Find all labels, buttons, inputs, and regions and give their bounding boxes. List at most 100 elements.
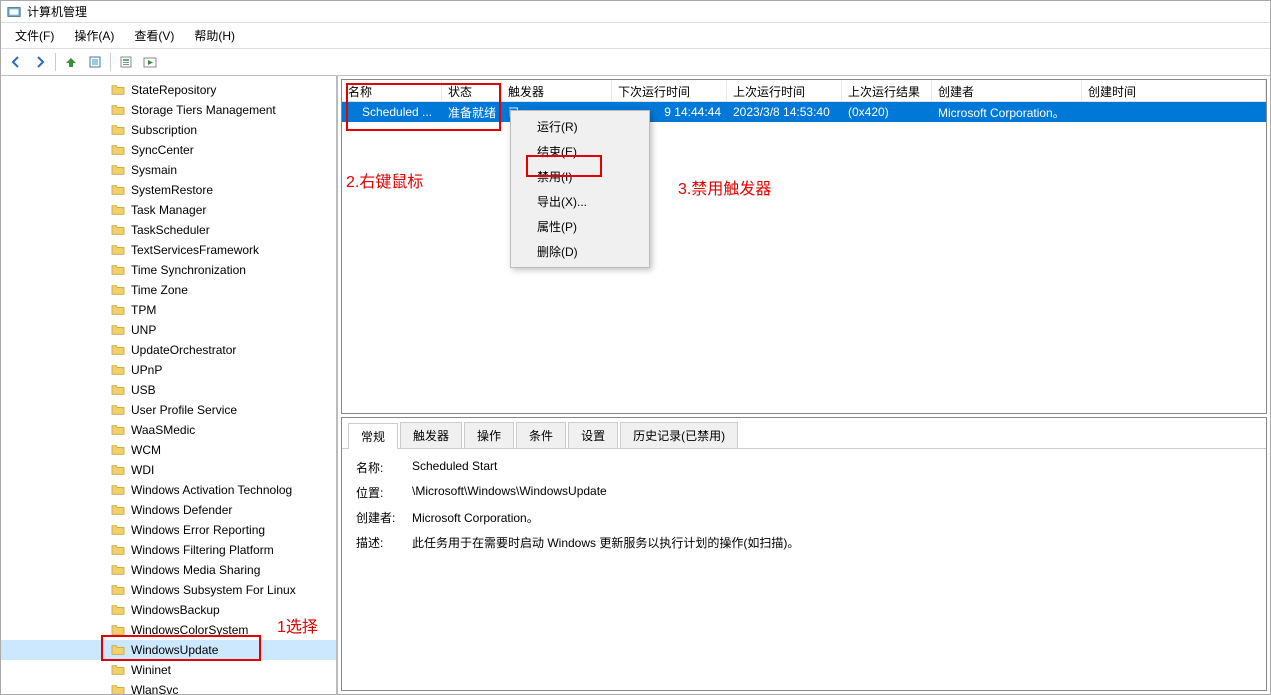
folder-icon: [111, 484, 125, 496]
ctx-properties[interactable]: 属性(P): [513, 214, 647, 239]
ctx-disable[interactable]: 禁用(I): [513, 164, 647, 189]
tree-item[interactable]: Time Synchronization: [1, 260, 336, 280]
forward-icon[interactable]: [29, 51, 51, 73]
tab-conditions[interactable]: 条件: [516, 422, 566, 448]
tree-item-label: WCM: [131, 443, 161, 457]
folder-icon: [111, 464, 125, 476]
col-lastresult[interactable]: 上次运行结果: [842, 80, 932, 101]
ctx-run[interactable]: 运行(R): [513, 114, 647, 139]
cell-author: Microsoft Corporation。: [932, 102, 1082, 123]
tree-item[interactable]: UNP: [1, 320, 336, 340]
toolbar-separator: [110, 53, 111, 71]
list-header: 名称 状态 触发器 下次运行时间 上次运行时间 上次运行结果 创建者 创建时间: [342, 80, 1266, 102]
main-pane: 名称 状态 触发器 下次运行时间 上次运行时间 上次运行结果 创建者 创建时间 …: [338, 76, 1270, 694]
cell-lastrun: 2023/3/8 14:53:40: [727, 103, 842, 121]
ctx-delete[interactable]: 删除(D): [513, 239, 647, 264]
tab-actions[interactable]: 操作: [464, 422, 514, 448]
detail-pane: 常规 触发器 操作 条件 设置 历史记录(已禁用) 名称:Scheduled S…: [341, 417, 1267, 691]
tree-item-label: Windows Filtering Platform: [131, 543, 274, 557]
tree-item[interactable]: TaskScheduler: [1, 220, 336, 240]
tree-item[interactable]: USB: [1, 380, 336, 400]
col-status[interactable]: 状态: [442, 80, 502, 101]
menu-help[interactable]: 帮助(H): [184, 25, 245, 46]
tree-item[interactable]: StateRepository: [1, 80, 336, 100]
label-description: 描述:: [356, 534, 412, 551]
folder-icon: [111, 324, 125, 336]
annotation-step3: 3.禁用触发器: [678, 175, 771, 199]
tree-item-label: SyncCenter: [131, 143, 194, 157]
ctx-end[interactable]: 结束(E): [513, 139, 647, 164]
col-created[interactable]: 创建时间: [1082, 80, 1266, 101]
col-name[interactable]: 名称: [342, 80, 442, 101]
folder-icon: [111, 84, 125, 96]
tree-item[interactable]: User Profile Service: [1, 400, 336, 420]
tree-item[interactable]: WindowsUpdate: [1, 640, 336, 660]
col-author[interactable]: 创建者: [932, 80, 1082, 101]
tree-item[interactable]: Task Manager: [1, 200, 336, 220]
tree-item-label: WDI: [131, 463, 154, 477]
col-nextrun[interactable]: 下次运行时间: [612, 80, 727, 101]
col-trigger[interactable]: 触发器: [502, 80, 612, 101]
tree-item[interactable]: Storage Tiers Management: [1, 100, 336, 120]
folder-icon: [111, 244, 125, 256]
tree-item[interactable]: Windows Filtering Platform: [1, 540, 336, 560]
tree-item[interactable]: Windows Subsystem For Linux: [1, 580, 336, 600]
up-icon[interactable]: [60, 51, 82, 73]
tree-item[interactable]: Subscription: [1, 120, 336, 140]
tree-item[interactable]: WaaSMedic: [1, 420, 336, 440]
app-icon: [7, 5, 21, 19]
toolbar: [1, 49, 1270, 76]
tree-item[interactable]: Windows Media Sharing: [1, 560, 336, 580]
tree-item[interactable]: TextServicesFramework: [1, 240, 336, 260]
tree-item[interactable]: WDI: [1, 460, 336, 480]
tree-item[interactable]: SystemRestore: [1, 180, 336, 200]
tree-item[interactable]: WCM: [1, 440, 336, 460]
tree-item[interactable]: UPnP: [1, 360, 336, 380]
tree-item-label: WindowsColorSystem: [131, 623, 248, 637]
tree-item[interactable]: Sysmain: [1, 160, 336, 180]
menu-file[interactable]: 文件(F): [5, 25, 64, 46]
details: 名称:Scheduled Start 位置:\Microsoft\Windows…: [342, 449, 1266, 569]
tree-item-label: SystemRestore: [131, 183, 213, 197]
back-icon[interactable]: [5, 51, 27, 73]
tree-item[interactable]: WlanSvc: [1, 680, 336, 694]
properties-icon[interactable]: [115, 51, 137, 73]
run-icon[interactable]: [139, 51, 161, 73]
tabs: 常规 触发器 操作 条件 设置 历史记录(已禁用): [342, 418, 1266, 449]
tree-item[interactable]: UpdateOrchestrator: [1, 340, 336, 360]
col-lastrun[interactable]: 上次运行时间: [727, 80, 842, 101]
folder-icon: [111, 204, 125, 216]
value-author: Microsoft Corporation。: [412, 509, 1252, 526]
value-location: \Microsoft\Windows\WindowsUpdate: [412, 484, 1252, 501]
table-row[interactable]: Scheduled ... 准备就绪 已... 9 14:44:44 2023/…: [342, 102, 1266, 122]
folder-icon: [111, 564, 125, 576]
value-description: 此任务用于在需要时启动 Windows 更新服务以执行计划的操作(如扫描)。: [412, 534, 1252, 551]
tree-item[interactable]: Windows Activation Technolog: [1, 480, 336, 500]
tree-item[interactable]: Windows Error Reporting: [1, 520, 336, 540]
menu-action[interactable]: 操作(A): [64, 25, 124, 46]
tree-item[interactable]: Wininet: [1, 660, 336, 680]
tree-item-label: Windows Error Reporting: [131, 523, 265, 537]
tree-item[interactable]: Time Zone: [1, 280, 336, 300]
folder-icon: [111, 364, 125, 376]
ctx-export[interactable]: 导出(X)...: [513, 189, 647, 214]
tree-item[interactable]: Windows Defender: [1, 500, 336, 520]
cell-status: 准备就绪: [442, 102, 502, 123]
folder-icon: [111, 124, 125, 136]
tree-item[interactable]: WindowsBackup: [1, 600, 336, 620]
folder-icon: [111, 404, 125, 416]
refresh-icon[interactable]: [84, 51, 106, 73]
tree-item[interactable]: WindowsColorSystem: [1, 620, 336, 640]
tab-settings[interactable]: 设置: [568, 422, 618, 448]
tree-item[interactable]: SyncCenter: [1, 140, 336, 160]
context-menu: 运行(R) 结束(E) 禁用(I) 导出(X)... 属性(P) 删除(D): [510, 110, 650, 268]
tree-item-label: Windows Subsystem For Linux: [131, 583, 296, 597]
tab-history[interactable]: 历史记录(已禁用): [620, 422, 738, 448]
menu-view[interactable]: 查看(V): [124, 25, 184, 46]
tree-item[interactable]: TPM: [1, 300, 336, 320]
tab-general[interactable]: 常规: [348, 423, 398, 449]
folder-icon: [111, 284, 125, 296]
tree[interactable]: StateRepositoryStorage Tiers ManagementS…: [1, 76, 336, 694]
tab-triggers[interactable]: 触发器: [400, 422, 462, 448]
folder-icon: [111, 644, 125, 656]
